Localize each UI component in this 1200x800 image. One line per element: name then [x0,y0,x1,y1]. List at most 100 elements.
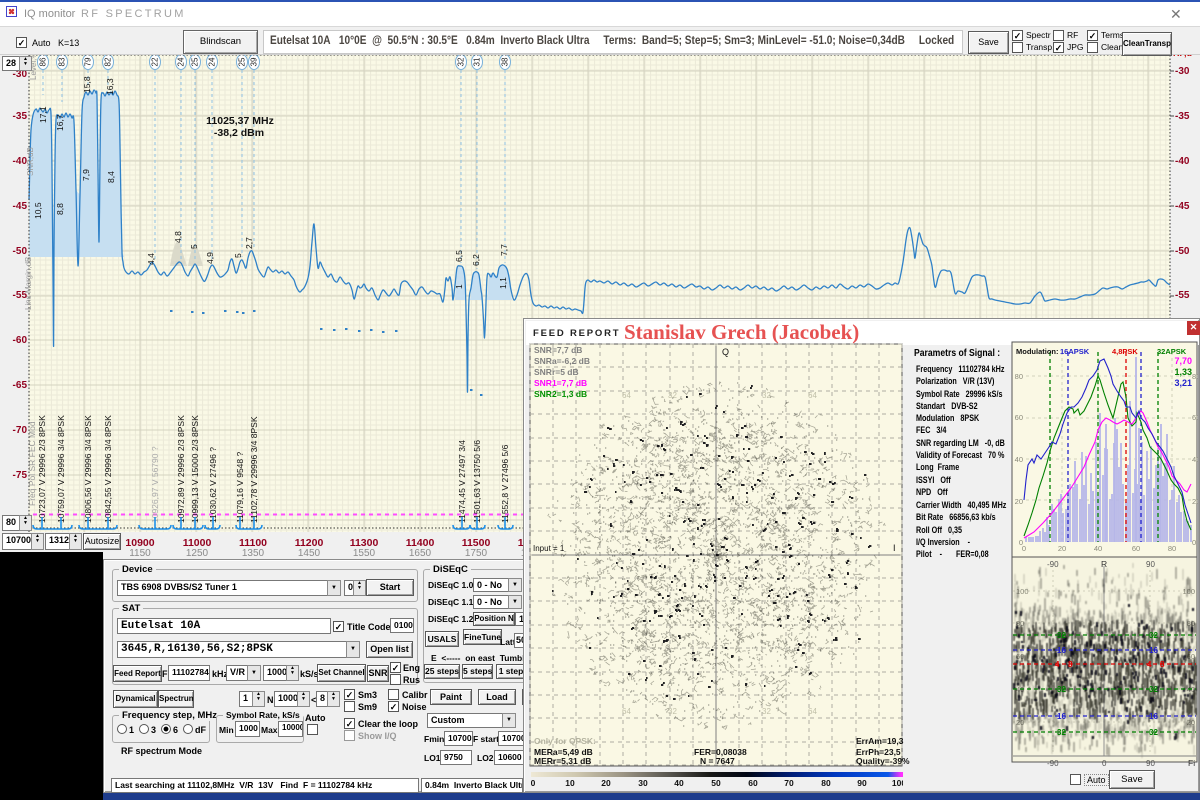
svg-text:32: 32 [762,707,771,716]
svg-text:64: 64 [808,391,817,400]
svg-text:83: 83 [58,57,67,66]
svg-text:6,2: 6,2 [471,254,481,266]
svg-text:1750: 1750 [465,548,488,559]
svg-text:16: 16 [1149,646,1158,655]
svg-text:8,4: 8,4 [106,171,116,183]
svg-text:80: 80 [821,778,831,788]
svg-text:32: 32 [1057,631,1066,640]
svg-text:11552,8 V 27496 5/6: 11552,8 V 27496 5/6 [500,444,510,523]
svg-text:60: 60 [748,778,758,788]
svg-text:64: 64 [622,707,631,716]
svg-text:11030,62 V 27496 ?: 11030,62 V 27496 ? [208,447,218,523]
svg-text:7,70: 7,70 [1174,356,1192,366]
svg-text:1550: 1550 [353,548,376,559]
svg-text:32: 32 [457,57,466,66]
svg-text:90: 90 [1146,759,1155,768]
svg-text:50: 50 [711,778,721,788]
svg-text:10,5: 10,5 [33,202,43,219]
svg-text:79: 79 [84,57,93,66]
svg-text:SNR2=1,3 dB: SNR2=1,3 dB [534,389,587,399]
svg-text:100: 100 [892,778,903,788]
svg-text:-38,2 dBm: -38,2 dBm [214,127,264,139]
svg-text:24: 24 [177,57,186,66]
svg-text:0: 0 [1022,544,1026,553]
svg-text:10723,07 V 29996 2/3 8PSK: 10723,07 V 29996 2/3 8PSK [37,415,47,523]
svg-text:-35: -35 [1175,111,1190,122]
svg-text:10806,56 V 29996 3/4 8PSK: 10806,56 V 29996 3/4 8PSK [83,415,93,523]
svg-text:10972,89 V 29996 2/3 8PSK: 10972,89 V 29996 2/3 8PSK [176,415,186,523]
svg-text:-90: -90 [1047,759,1059,768]
svg-text:SNRa=-6,2 dB: SNRa=-6,2 dB [534,356,590,366]
svg-text:22: 22 [151,57,160,66]
svg-text:16: 16 [1057,646,1066,655]
svg-text:80: 80 [1015,372,1023,381]
svg-text:32: 32 [1149,728,1158,737]
svg-text:20: 20 [1015,497,1023,506]
svg-text:3,21: 3,21 [1174,378,1192,388]
svg-text:80: 80 [1168,544,1176,553]
svg-text:32: 32 [1057,728,1066,737]
svg-text:0: 0 [531,778,536,788]
svg-text:1450: 1450 [298,548,321,559]
svg-text:6,5: 6,5 [454,250,464,262]
svg-text:-35: -35 [13,111,28,122]
svg-text:MERr=5,31 dB: MERr=5,31 dB [534,756,591,766]
svg-text:86: 86 [39,57,48,66]
svg-text:R: R [1101,559,1107,569]
svg-text:-60: -60 [13,335,28,346]
svg-text:20: 20 [601,778,611,788]
svg-text:8,8: 8,8 [55,203,65,215]
svg-text:32: 32 [668,391,677,400]
svg-text:N = 7647: N = 7647 [700,756,735,766]
svg-text:-65: -65 [13,380,28,391]
svg-text:1,1: 1,1 [498,277,508,289]
svg-text:39: 39 [250,57,259,66]
svg-text:20: 20 [1192,497,1198,506]
svg-text:16,3: 16,3 [105,78,115,95]
svg-text:SNR,dB: SNR,dB [26,147,35,176]
svg-text:Input = 1: Input = 1 [533,544,565,553]
svg-text:-70: -70 [13,425,28,436]
svg-text:64: 64 [808,707,817,716]
svg-text:90: 90 [1146,560,1155,569]
svg-text:-50: -50 [13,246,28,257]
svg-text:16: 16 [1057,712,1066,721]
svg-text:40: 40 [674,778,684,788]
svg-text:1250: 1250 [186,548,209,559]
svg-text:1150: 1150 [129,548,151,559]
svg-text:5: 5 [233,253,243,258]
svg-text:SNRr=5 dB: SNRr=5 dB [534,367,579,377]
svg-text:-45: -45 [1175,201,1190,212]
svg-text:2,7: 2,7 [244,237,254,249]
svg-text:32: 32 [668,707,677,716]
svg-text:-45: -45 [13,201,28,212]
svg-text:38: 38 [501,57,510,66]
svg-text:10842,55 V 29996 3/4 8PSK: 10842,55 V 29996 3/4 8PSK [103,415,113,523]
svg-text:4: 4 [1055,660,1060,669]
svg-text:82: 82 [104,57,113,66]
svg-text:Q: Q [722,347,729,357]
svg-text:32APSK: 32APSK [1157,347,1187,356]
svg-text:60: 60 [1192,413,1198,422]
svg-text:-50: -50 [1175,246,1190,257]
svg-text:8: 8 [1160,660,1165,669]
svg-text:Only for QPSK:: Only for QPSK: [534,736,596,746]
svg-text:70: 70 [784,778,794,788]
svg-text:60: 60 [1015,413,1023,422]
svg-text:80: 80 [1192,372,1198,381]
svg-text:1,33: 1,33 [1174,367,1192,377]
svg-text:32: 32 [1149,685,1158,694]
svg-text:10759,07 V 29996 3/4 8PSK: 10759,07 V 29996 3/4 8PSK [56,415,66,523]
svg-text:16: 16 [1149,712,1158,721]
svg-text:4,4: 4,4 [146,253,156,265]
svg-text:-90: -90 [1047,560,1059,569]
svg-text:7,7: 7,7 [499,244,509,256]
svg-text:40: 40 [1192,455,1198,464]
svg-text:16APSK: 16APSK [1060,347,1090,356]
svg-text:31: 31 [473,57,482,66]
svg-text:-55: -55 [1175,290,1190,301]
svg-text:90: 90 [857,778,867,788]
svg-text:Quality=-39%: Quality=-39% [856,756,910,766]
svg-text:I: I [893,543,896,553]
svg-text:-75: -75 [13,470,28,481]
